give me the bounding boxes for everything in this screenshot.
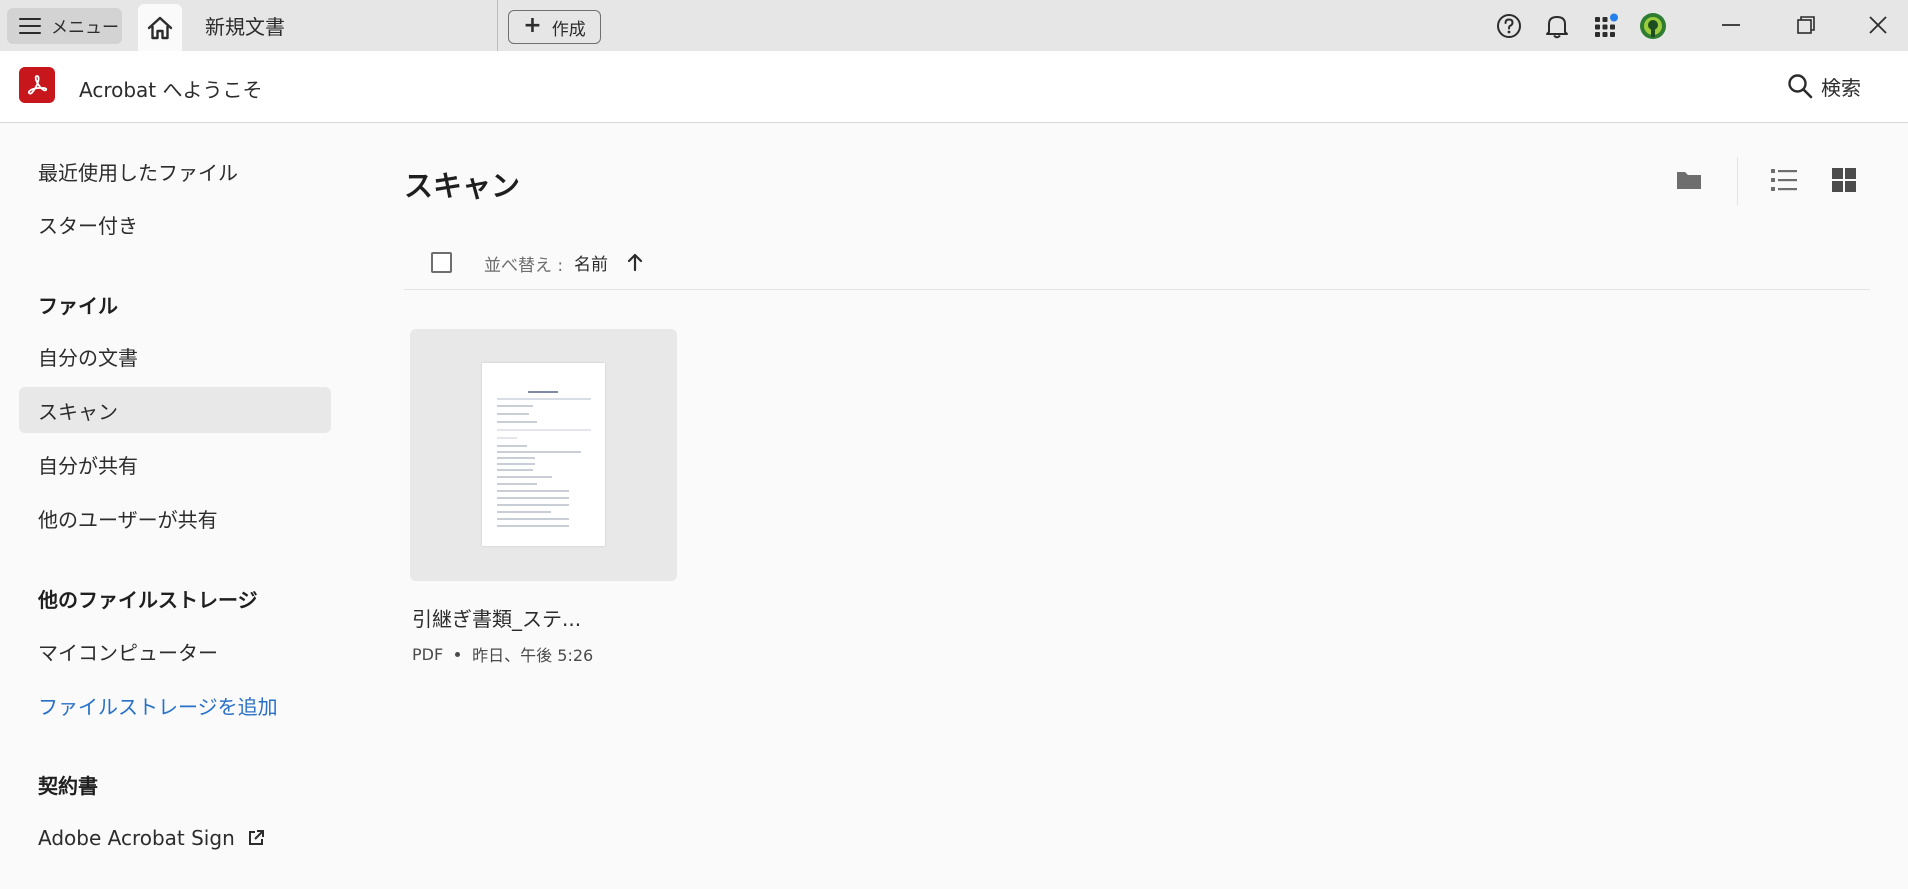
sidebar-heading-contracts: 契約書 xyxy=(38,774,98,798)
bell-icon xyxy=(1546,16,1568,39)
sort-label: 並べ替え : xyxy=(484,256,564,276)
file-thumbnail[interactable] xyxy=(410,329,677,581)
document-tab[interactable]: 新規文書 xyxy=(186,0,498,51)
file-date: 昨日、午後 5:26 xyxy=(472,646,594,665)
acrobat-logo-icon xyxy=(27,75,48,95)
file-name: 引継ぎ書類_ステ... xyxy=(412,607,582,631)
sidebar-item-label: 最近使用したファイル xyxy=(38,160,238,185)
sidebar-item-shared-by-me[interactable]: 自分が共有 xyxy=(19,441,331,487)
notifications-button[interactable] xyxy=(1543,12,1571,40)
pdf-page-preview xyxy=(482,363,605,546)
minimize-icon xyxy=(1722,24,1740,26)
sidebar-item-label: Adobe Acrobat Sign xyxy=(38,826,235,850)
menu-button[interactable]: メニュー xyxy=(7,7,122,44)
file-type: PDF xyxy=(412,644,444,664)
close-window-button[interactable] xyxy=(1858,8,1898,42)
app-header: Acrobat へようこそ 検索 xyxy=(0,51,1908,123)
grid-view-button[interactable] xyxy=(1828,164,1860,196)
folder-button[interactable] xyxy=(1673,164,1705,196)
search-label: 検索 xyxy=(1821,75,1861,100)
select-all-checkbox[interactable] xyxy=(431,252,452,273)
separator-dot xyxy=(455,651,461,657)
create-button[interactable]: + 作成 xyxy=(508,10,601,44)
list-view-button[interactable] xyxy=(1768,164,1800,196)
hamburger-icon xyxy=(19,17,41,35)
plus-icon: + xyxy=(523,13,542,38)
title-bar: メニュー 新規文書 + 作成 xyxy=(0,0,1908,51)
sidebar-item-shared-by-others[interactable]: 他のユーザーが共有 xyxy=(19,495,331,541)
sidebar-item-recent[interactable]: 最近使用したファイル xyxy=(19,148,331,194)
sidebar-item-my-computer[interactable]: マイコンピューター xyxy=(19,628,331,674)
acrobat-logo xyxy=(19,67,55,103)
page-title: スキャン xyxy=(404,169,521,203)
sidebar-item-label: 自分の文書 xyxy=(38,345,138,370)
close-icon xyxy=(1869,16,1887,34)
home-icon xyxy=(147,16,173,39)
sidebar-heading-files: ファイル xyxy=(38,294,118,318)
sort-value[interactable]: 名前 xyxy=(574,250,608,275)
file-meta: PDF 昨日、午後 5:26 xyxy=(412,642,677,666)
list-view-icon xyxy=(1771,169,1797,191)
menu-label: メニュー xyxy=(51,18,119,38)
external-link-icon xyxy=(248,830,264,845)
search-button[interactable]: 検索 xyxy=(1787,71,1861,101)
minimize-button[interactable] xyxy=(1711,8,1751,42)
sidebar-item-label: スキャン xyxy=(38,399,118,424)
help-button[interactable] xyxy=(1495,12,1523,40)
help-icon xyxy=(1497,14,1521,38)
document-tab-label: 新規文書 xyxy=(205,15,285,39)
add-storage-link: ファイルストレージを追加 xyxy=(38,694,278,719)
search-icon xyxy=(1788,74,1813,99)
apps-grid-icon xyxy=(1595,13,1618,37)
sidebar-item-acrobat-sign[interactable]: Adobe Acrobat Sign xyxy=(19,815,331,861)
restore-button[interactable] xyxy=(1786,8,1826,42)
sidebar-item-label: マイコンピューター xyxy=(38,640,218,665)
sidebar-item-scans[interactable]: スキャン xyxy=(19,387,331,433)
avatar-icon xyxy=(1640,13,1666,39)
sidebar-item-label: 他のユーザーが共有 xyxy=(38,507,218,532)
sidebar-item-label: スター付き xyxy=(38,213,138,238)
sidebar-item-add-storage[interactable]: ファイルストレージを追加 xyxy=(19,682,331,728)
grid-view-icon xyxy=(1832,168,1856,192)
sidebar-item-my-documents[interactable]: 自分の文書 xyxy=(19,333,331,379)
sidebar-item-starred[interactable]: スター付き xyxy=(19,201,331,247)
app-title: Acrobat へようこそ xyxy=(79,78,263,102)
apps-button[interactable] xyxy=(1592,12,1620,40)
folder-icon xyxy=(1677,172,1701,189)
sort-ascending-icon[interactable] xyxy=(626,252,644,272)
sort-bar: 並べ替え : 名前 xyxy=(404,240,1870,290)
profile-button[interactable] xyxy=(1639,12,1667,40)
create-label: 作成 xyxy=(551,19,586,40)
sidebar-item-label: 自分が共有 xyxy=(38,453,138,478)
file-card[interactable]: 引継ぎ書類_ステ... PDF 昨日、午後 5:26 xyxy=(410,329,677,666)
restore-icon xyxy=(1797,16,1815,34)
sidebar-heading-other-storage: 他のファイルストレージ xyxy=(38,588,258,612)
view-divider xyxy=(1737,157,1738,205)
sidebar: 最近使用したファイル スター付き ファイル 自分の文書 スキャン 自分が共有 他… xyxy=(0,124,340,889)
home-tab[interactable] xyxy=(138,4,182,51)
